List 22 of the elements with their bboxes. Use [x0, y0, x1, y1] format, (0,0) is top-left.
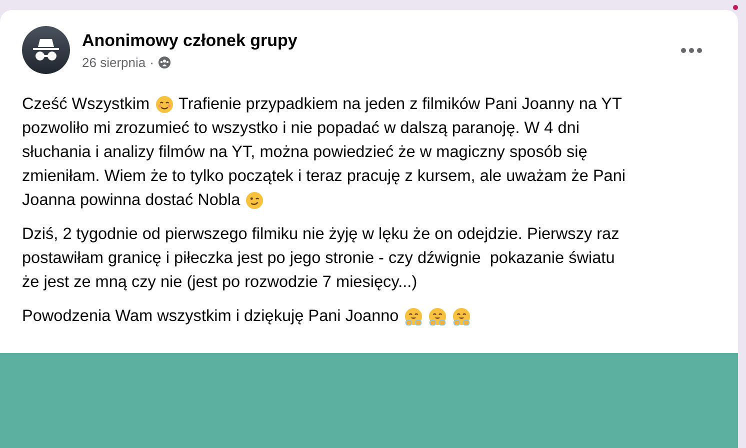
post-text: słuchania i analizy filmów na YT, można powiedzieć że w magiczny sposób się — [22, 142, 588, 163]
post-text: pozwoliło mi zrozumieć to wszystko i nie popadać w dalszą paranoję. W 4 dni — [22, 118, 580, 139]
post-text: Cześć Wszystkim — [22, 94, 150, 115]
hugging-face-icon — [428, 306, 447, 326]
winking-face-icon — [245, 190, 264, 210]
post-date[interactable]: 26 sierpnia — [82, 54, 146, 70]
post-text: Dziś, 2 tygodnie od pierwszego filmiku nie żyję w lęku że on odejdzie. Pierwszy raz — [22, 224, 620, 245]
post-text: postawiłam granicę i piłeczka jest po jego stronie - czy dźwignie pokazanie światu — [22, 248, 615, 269]
hugging-face-icon — [404, 306, 423, 326]
post-text: Trafienie przypadkiem na jeden z filmików Pani Joanny na YT — [178, 94, 622, 115]
post-text: Powodzenia Wam wszystkim i dziękuję Pani Joanno — [22, 306, 399, 327]
incognito-icon — [31, 37, 61, 63]
post-text: że jest ze mną czy nie (jest po rozwodzie 7 miesięcy...) — [22, 272, 418, 293]
post-text: zmieniłam. Wiem że to tylko początek i teraz pracuję z kursem, ale uważam że Pani — [22, 166, 626, 187]
smiling-face-icon — [154, 94, 174, 114]
separator: · — [150, 54, 154, 70]
avatar[interactable] — [22, 26, 70, 74]
notification-dot — [733, 5, 738, 10]
author-name[interactable]: Anonimowy członek grupy — [82, 30, 665, 50]
hugging-face-icon — [452, 306, 471, 326]
group-icon — [158, 56, 171, 68]
post-text: Joanna powinna dostać Nobla — [22, 190, 240, 211]
